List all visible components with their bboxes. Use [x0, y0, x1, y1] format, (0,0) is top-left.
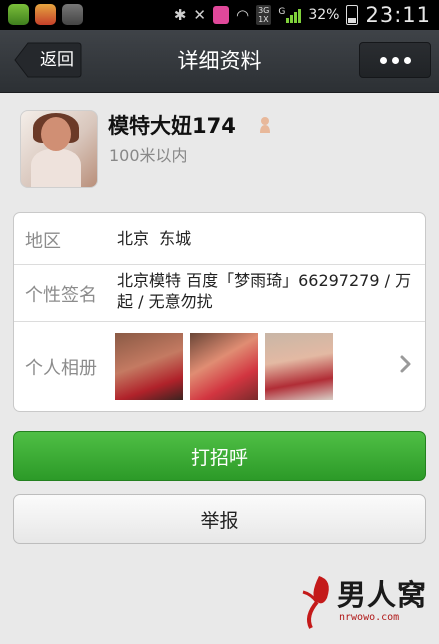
region-value: 北京 东城 [117, 229, 192, 248]
distance: 100米以内 [109, 146, 188, 165]
app-notification-icon [35, 4, 56, 25]
signature-row: 个性签名 北京模特 百度「梦雨琦」66297279 / 万起 / 无意勿扰 [14, 264, 425, 322]
title-bar: 详细资料 返回 [0, 30, 439, 93]
watermark: 男人窝 nrwowo.com [299, 572, 429, 634]
battery-charging-icon [346, 5, 359, 25]
report-button[interactable]: 举报 [13, 494, 426, 544]
status-bar: ✱ ✕ ◠ 3G 1X G 32% 23:11 [0, 0, 439, 30]
signal-label: G [278, 7, 286, 17]
back-button[interactable]: 返回 [14, 42, 82, 78]
back-label: 返回 [40, 50, 74, 70]
region-label: 地区 [25, 231, 61, 252]
signal-icon: G [278, 7, 302, 23]
avatar[interactable] [20, 110, 98, 188]
more-dots-icon [391, 56, 399, 64]
greet-button[interactable]: 打招呼 [13, 431, 426, 481]
more-button[interactable] [359, 42, 431, 78]
nickname: 模特大妞174 [108, 114, 236, 138]
bluetooth-icon: ✱ [173, 6, 187, 24]
avatar-figure [31, 149, 81, 187]
album-label: 个人相册 [25, 358, 97, 379]
notification-icons [8, 4, 83, 25]
battery-percent: 32% [308, 7, 340, 23]
app-notification-icon [8, 4, 29, 25]
mute-icon: ✕ [193, 6, 206, 24]
signature-label: 个性签名 [25, 285, 97, 306]
album-photo[interactable] [190, 333, 258, 400]
avatar-face [41, 117, 71, 151]
region-row: 地区 北京 东城 [14, 213, 425, 265]
download-icon [62, 4, 83, 25]
album-photo[interactable] [265, 333, 333, 400]
signature-value: 北京模特 百度「梦雨琦」66297279 / 万起 / 无意勿扰 [117, 271, 412, 311]
album-photo[interactable] [115, 333, 183, 400]
more-dots-icon [403, 56, 411, 64]
status-right: ✱ ✕ ◠ 3G 1X G 32% 23:11 [174, 0, 431, 30]
watermark-logo-icon [302, 576, 329, 629]
clock: 23:11 [365, 3, 431, 27]
profile-details-card: 地区 北京 东城 个性签名 北京模特 百度「梦雨琦」66297279 / 万起 … [13, 212, 426, 412]
app-badge-icon [212, 6, 229, 24]
watermark-text: 男人窝 [337, 578, 428, 612]
album-row[interactable]: 个人相册 [14, 321, 425, 411]
wifi-icon: ◠ [235, 6, 250, 24]
chevron-right-icon [400, 355, 411, 373]
female-icon [260, 117, 270, 133]
more-dots-icon [379, 56, 387, 64]
watermark-url: nrwowo.com [339, 612, 400, 623]
network-type: 3G 1X [256, 5, 272, 25]
